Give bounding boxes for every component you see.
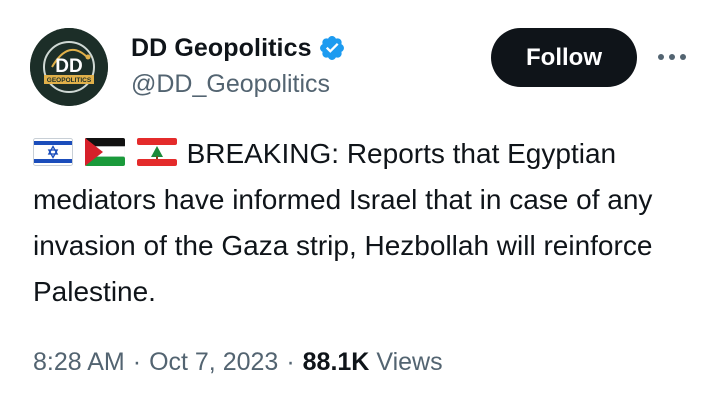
- author-handle[interactable]: @DD_Geopolitics: [131, 70, 330, 99]
- author-name-row: DD Geopolitics: [131, 30, 346, 66]
- views-count[interactable]: 88.1K: [303, 348, 370, 377]
- more-options-button[interactable]: [652, 44, 692, 72]
- author-display-name[interactable]: DD Geopolitics: [131, 34, 312, 63]
- meta-separator: ·: [132, 347, 142, 376]
- avatar-logo-subtext: GEOPOLITICS: [47, 77, 92, 84]
- tweet-time[interactable]: 8:28 AM: [33, 348, 125, 377]
- avatar[interactable]: DD GEOPOLITICS: [30, 28, 108, 106]
- avatar-logo-text: DD: [55, 56, 82, 77]
- meta-separator: ·: [286, 347, 295, 376]
- israel-flag-icon: [33, 138, 73, 166]
- flag-emoji-group: [33, 131, 181, 177]
- verified-badge-icon[interactable]: [318, 34, 346, 62]
- tweet-date[interactable]: Oct 7, 2023: [149, 348, 278, 377]
- tweet-body: BREAKING: Reports that Egyptian mediator…: [33, 131, 693, 315]
- more-horizontal-icon: [655, 49, 689, 67]
- follow-button[interactable]: Follow: [491, 28, 637, 87]
- tweet-meta-row: 8:28 AM · Oct 7, 2023 · 88.1K Views: [33, 345, 443, 379]
- views-label: Views: [376, 347, 443, 376]
- lebanon-flag-icon: [136, 138, 177, 166]
- palestine-flag-icon: [84, 138, 125, 166]
